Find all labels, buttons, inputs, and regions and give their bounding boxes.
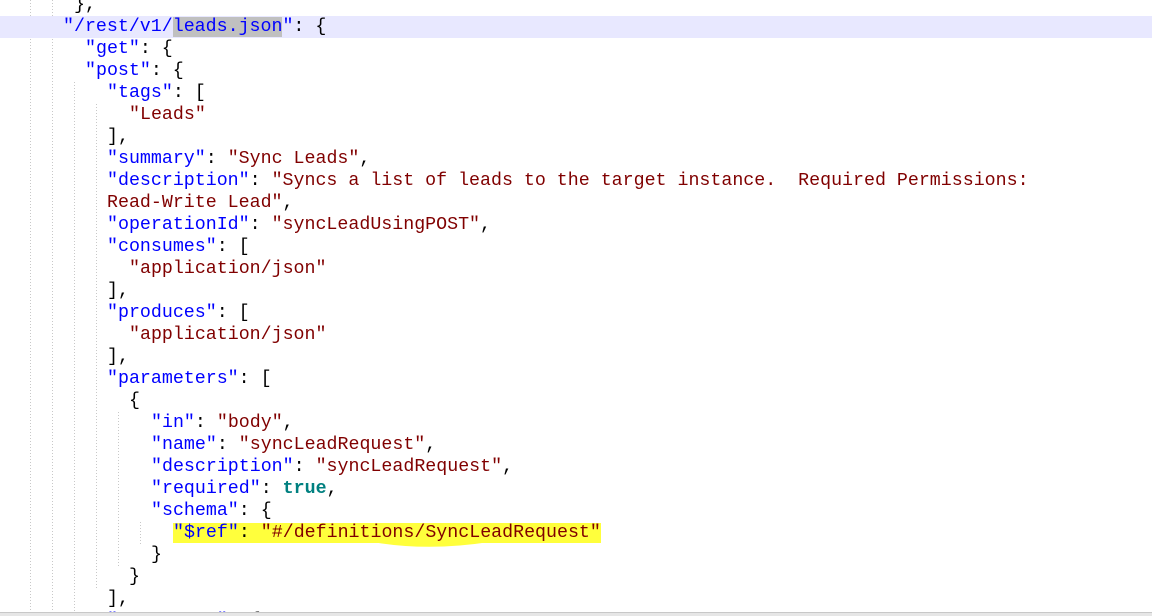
code-token: "description": [107, 171, 250, 191]
code-token: :: [238, 523, 261, 543]
code-token: "tags": [107, 83, 173, 103]
code-line[interactable]: "parameters": [: [0, 368, 1152, 390]
code-token: ],: [107, 589, 129, 609]
code-token: leads.json: [172, 17, 283, 37]
code-line[interactable]: "get": {: [0, 38, 1152, 60]
code-token: "consumes": [107, 237, 217, 257]
code-line[interactable]: "application/json": [0, 258, 1152, 280]
code-token: }: [74, 0, 85, 15]
code-token: "parameters": [107, 369, 239, 389]
code-token: :: [293, 457, 316, 477]
code-token: : {: [139, 39, 173, 59]
code-line[interactable]: "consumes": [: [0, 236, 1152, 258]
code-token: "/rest/v1/: [63, 17, 173, 37]
code-token: ,: [282, 193, 294, 213]
code-token: "summary": [107, 149, 206, 169]
code-token: :: [205, 149, 228, 169]
code-token: ],: [107, 127, 129, 147]
code-token: ,: [502, 457, 514, 477]
code-token: : [: [216, 237, 250, 257]
code-token: "Leads": [129, 105, 206, 125]
code-token: "#/definitions/SyncLeadRequest": [260, 523, 601, 543]
code-token: "syncLeadRequest": [315, 457, 503, 477]
code-token: ],: [107, 347, 129, 367]
code-token: "application/json": [129, 259, 327, 279]
code-token: "Syncs a list of leads to the target ins…: [271, 171, 1029, 191]
code-token: {: [129, 391, 140, 411]
code-token: Read-Write Lead": [107, 193, 283, 213]
code-token: ,: [282, 413, 294, 433]
code-line[interactable]: "operationId": "syncLeadUsingPOST",: [0, 214, 1152, 236]
code-token: ],: [107, 281, 129, 301]
horizontal-scrollbar-edge[interactable]: [0, 612, 1152, 616]
code-line[interactable]: ],: [0, 280, 1152, 302]
code-token: "body": [216, 413, 283, 433]
code-token: "produces": [107, 303, 217, 323]
code-token: : {: [293, 17, 327, 37]
code-line[interactable]: },: [0, 0, 1152, 16]
code-token: :: [260, 479, 283, 499]
code-token: : [: [172, 83, 206, 103]
code-token: "syncLeadRequest": [238, 435, 426, 455]
code-token: "get": [85, 39, 140, 59]
code-token: "operationId": [107, 215, 250, 235]
code-line[interactable]: "in": "body",: [0, 412, 1152, 434]
code-line[interactable]: "description": "syncLeadRequest",: [0, 456, 1152, 478]
code-line[interactable]: ],: [0, 588, 1152, 610]
code-token: ,: [359, 149, 371, 169]
code-token: }: [129, 567, 140, 587]
code-token: :: [216, 435, 239, 455]
code-line[interactable]: ],: [0, 126, 1152, 148]
code-token: "application/json": [129, 325, 327, 345]
code-token: : {: [150, 61, 184, 81]
code-line[interactable]: "/rest/v1/leads.json": {: [0, 16, 1152, 38]
code-token: : {: [238, 501, 272, 521]
code-token: }: [151, 545, 162, 565]
code-line[interactable]: "post": {: [0, 60, 1152, 82]
code-token: ,: [84, 0, 96, 15]
code-token: ,: [480, 215, 492, 235]
code-line[interactable]: ],: [0, 346, 1152, 368]
code-editor[interactable]: }, "/rest/v1/leads.json": {"get": {"post"…: [0, 0, 1152, 616]
code-token: : [: [238, 369, 272, 389]
code-token: :: [249, 171, 272, 191]
code-token: "syncLeadUsingPOST": [271, 215, 481, 235]
code-line[interactable]: "description": "Syncs a list of leads to…: [0, 170, 1152, 192]
code-token: "in": [151, 413, 195, 433]
code-line[interactable]: "schema": {: [0, 500, 1152, 522]
code-line[interactable]: {: [0, 390, 1152, 412]
code-token: true: [282, 479, 327, 499]
code-token: "$ref": [173, 523, 239, 543]
code-line[interactable]: }: [0, 544, 1152, 566]
code-token: "required": [151, 479, 261, 499]
code-line[interactable]: "tags": [: [0, 82, 1152, 104]
code-token: "schema": [151, 501, 239, 521]
code-line[interactable]: Read-Write Lead",: [0, 192, 1152, 214]
code-token: "description": [151, 457, 294, 477]
code-token: ,: [326, 479, 338, 499]
code-line[interactable]: "name": "syncLeadRequest",: [0, 434, 1152, 456]
code-token: :: [194, 413, 217, 433]
code-line[interactable]: "$ref": "#/definitions/SyncLeadRequest": [0, 522, 1152, 544]
code-line[interactable]: "required": true,: [0, 478, 1152, 500]
code-line[interactable]: "Leads": [0, 104, 1152, 126]
code-line[interactable]: "application/json": [0, 324, 1152, 346]
code-line[interactable]: }: [0, 566, 1152, 588]
code-token: "name": [151, 435, 217, 455]
code-token: ": [282, 17, 294, 37]
code-token: : [: [216, 303, 250, 323]
code-token: "post": [85, 61, 151, 81]
code-token: :: [249, 215, 272, 235]
code-token: ,: [425, 435, 437, 455]
code-token: "Sync Leads": [227, 149, 360, 169]
code-line[interactable]: "summary": "Sync Leads",: [0, 148, 1152, 170]
code-line[interactable]: "produces": [: [0, 302, 1152, 324]
